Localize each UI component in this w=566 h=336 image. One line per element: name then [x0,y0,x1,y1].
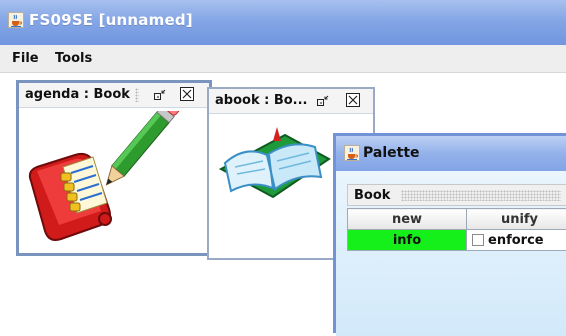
frame-title: abook : Bo... [215,93,308,108]
internal-frame-agenda[interactable]: agenda : Book [16,80,212,256]
palette-title-bar[interactable]: Palette [336,136,566,171]
java-cup-icon [344,145,360,161]
open-book-icon [215,119,335,209]
title-grip [135,88,139,102]
frame-title-bar[interactable]: agenda : Book [19,83,209,108]
java-cup-icon [8,12,24,28]
window-title-bar[interactable]: FS09SE [unnamed] [0,0,566,45]
restore-icon[interactable] [152,86,168,102]
frame-title: agenda : Book [25,87,130,102]
palette-body: Book new unify info enforce [336,171,566,336]
menu-file[interactable]: File [12,51,39,66]
restore-icon[interactable] [315,92,331,108]
palette-table: new unify info enforce [347,208,566,251]
palette-window[interactable]: Palette Book new unify info enforce [333,133,566,333]
menu-tools[interactable]: Tools [55,51,92,66]
agenda-with-pencil-icon [23,111,203,251]
enforce-checkbox[interactable] [472,234,484,246]
enforce-cell[interactable]: enforce [467,230,566,251]
table-row: info enforce [348,230,566,251]
column-header-new: new [348,209,467,230]
enforce-label: enforce [488,233,544,248]
info-button[interactable]: info [348,230,467,251]
column-header-unify: unify [467,209,566,230]
menu-bar: File Tools [0,45,566,73]
palette-toolbar[interactable]: Book [347,184,566,206]
table-header-row: new unify [348,209,566,230]
toolbar-grip[interactable] [401,190,561,201]
frame-title-bar[interactable]: abook : Bo... [209,89,373,114]
close-icon[interactable] [179,86,195,102]
close-icon[interactable] [345,92,361,108]
palette-title: Palette [363,145,420,161]
palette-toolbar-label: Book [354,188,390,203]
window-title: FS09SE [unnamed] [29,11,193,29]
